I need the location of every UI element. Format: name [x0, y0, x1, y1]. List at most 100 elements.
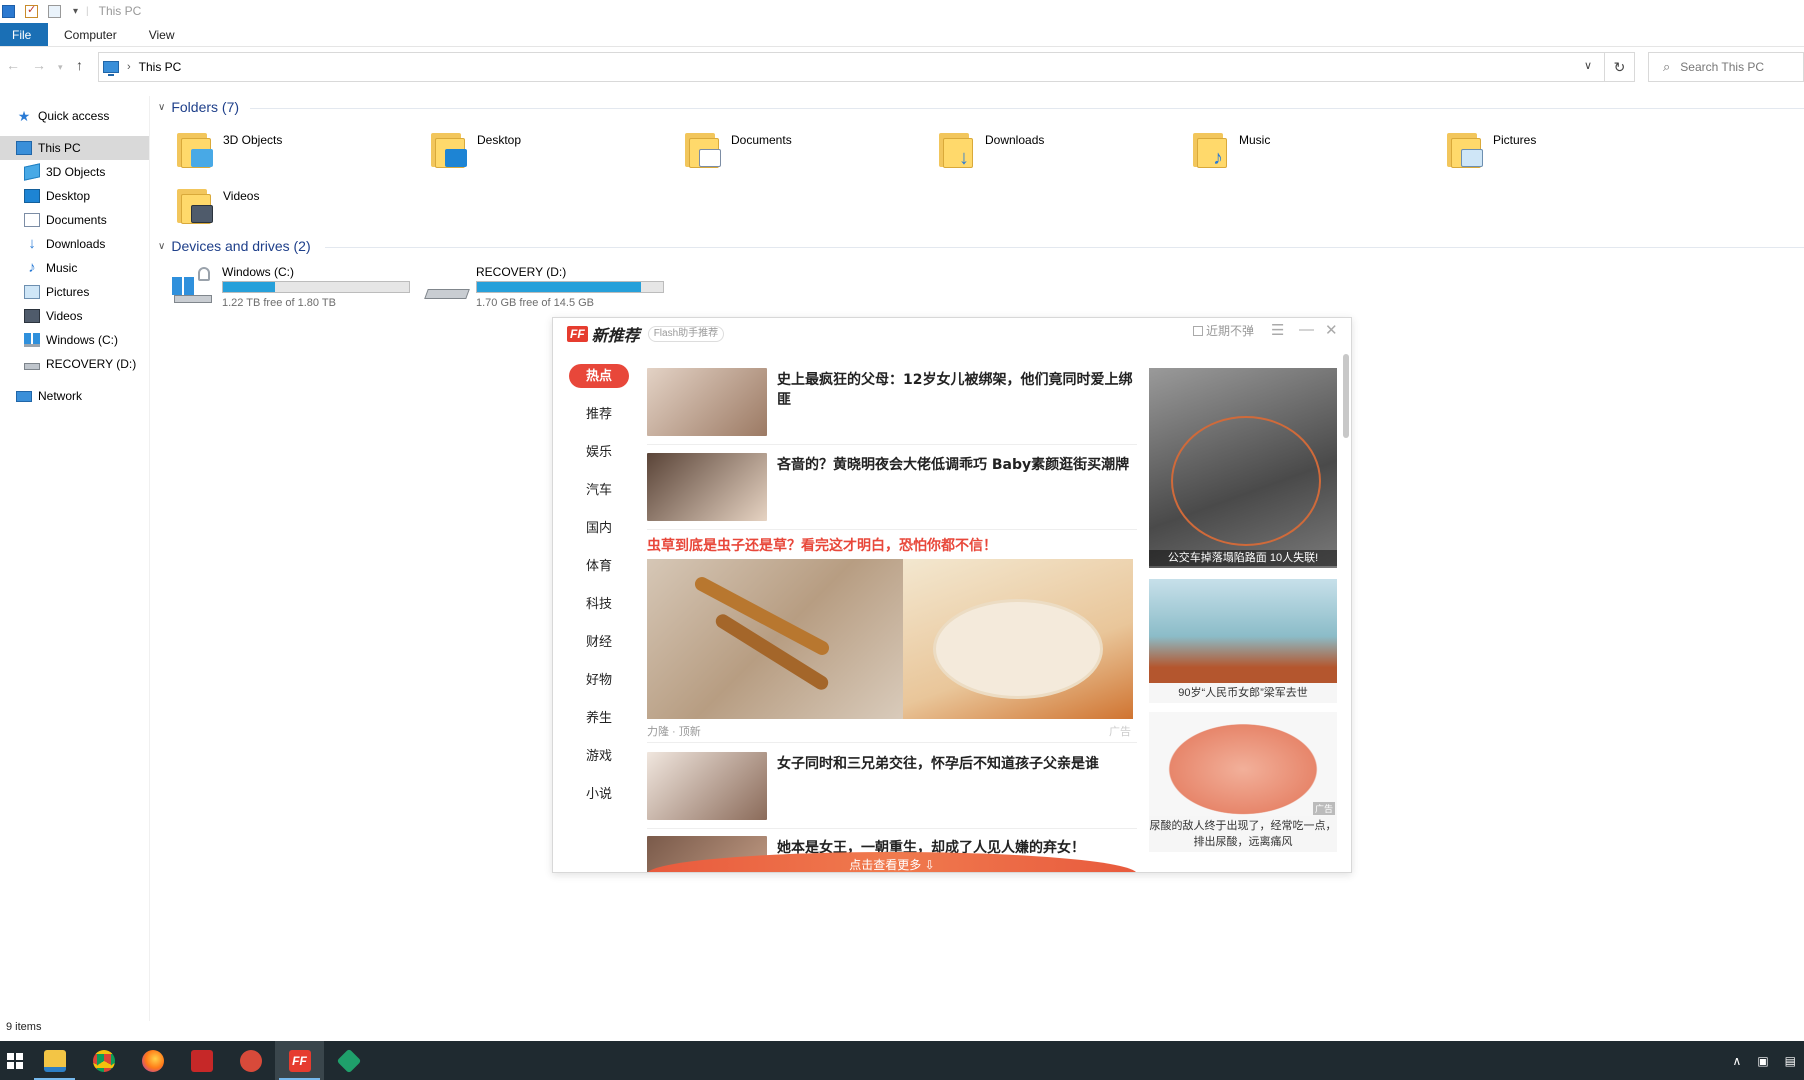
ad-image-soup[interactable]	[903, 559, 1133, 719]
news-divider	[647, 828, 1137, 829]
folder-desktop[interactable]: Desktop	[431, 129, 681, 177]
collapse-chevron-icon[interactable]: ∨	[158, 102, 165, 113]
nav-cars[interactable]: 汽车	[569, 478, 629, 502]
search-box[interactable]: ⌕ Search This PC	[1648, 52, 1804, 82]
drive-windows-c[interactable]: Windows (C:) 1.22 TB free of 1.80 TB	[172, 265, 422, 311]
news-item[interactable]: 女子同时和三兄弟交往，怀孕后不知道孩子父亲是谁	[647, 752, 1137, 824]
nav-finance[interactable]: 财经	[569, 630, 629, 654]
taskbar-file-explorer[interactable]	[30, 1041, 79, 1080]
breadcrumb-this-pc[interactable]: This PC	[139, 60, 182, 74]
taskbar-chrome[interactable]	[79, 1041, 128, 1080]
nav-sports[interactable]: 体育	[569, 554, 629, 578]
tab-file[interactable]: File	[0, 23, 48, 46]
up-arrow-icon[interactable]: ↑	[76, 57, 83, 73]
tab-computer[interactable]: Computer	[48, 23, 133, 46]
address-bar[interactable]: › This PC ∨ ↻	[98, 52, 1635, 82]
close-icon[interactable]: ✕	[1325, 321, 1338, 339]
videos-icon	[24, 309, 40, 323]
customize-quick-access-icon[interactable]: ▾	[73, 6, 78, 17]
side-news-card[interactable]: 公交车掉落塌陷路面 10人失联!	[1149, 368, 1337, 568]
nav-entertainment[interactable]: 娱乐	[569, 440, 629, 464]
search-placeholder: Search This PC	[1680, 60, 1765, 74]
side-ad-card[interactable]: 广告 尿酸的敌人终于出现了，经常吃一点，排出尿酸，远离痛风	[1149, 712, 1337, 852]
refresh-icon[interactable]: ↻	[1604, 53, 1634, 81]
drive-free-space: 1.70 GB free of 14.5 GB	[476, 297, 595, 309]
sidebar-item-quick-access[interactable]: ★ Quick access	[0, 104, 149, 128]
sidebar-item-network[interactable]: Network	[0, 384, 149, 408]
drive-label: Windows (C:)	[222, 265, 295, 279]
taskbar-flash-ff[interactable]: FF	[275, 1041, 324, 1080]
folder-icon	[685, 129, 723, 169]
sidebar-item-recovery-d[interactable]: RECOVERY (D:)	[0, 352, 149, 376]
properties-icon[interactable]	[25, 3, 38, 18]
nav-tech[interactable]: 科技	[569, 592, 629, 616]
news-item[interactable]: 史上最疯狂的父母：12岁女儿被绑架，他们竟同时爱上绑匪	[647, 368, 1137, 440]
side-ad-badge: 广告	[1312, 802, 1335, 815]
address-dropdown-icon[interactable]: ∨	[1584, 59, 1592, 72]
pictures-icon	[24, 285, 40, 299]
collapse-chevron-icon[interactable]: ∨	[158, 241, 165, 252]
popup-scrollbar[interactable]	[1343, 354, 1349, 438]
breadcrumb-chevron-icon[interactable]: ›	[127, 61, 131, 73]
folder-music[interactable]: ♪ Music	[1193, 129, 1443, 177]
sidebar-item-documents[interactable]: Documents	[0, 208, 149, 232]
folders-group-header[interactable]: ∨ Folders (7)	[158, 99, 239, 115]
sidebar-item-label: Desktop	[46, 189, 91, 203]
forward-arrow-icon[interactable]: →	[32, 57, 46, 73]
nav-health[interactable]: 养生	[569, 706, 629, 730]
new-folder-icon[interactable]	[48, 4, 61, 18]
sidebar-item-label: RECOVERY (D:)	[46, 357, 137, 371]
popup-header: FF 新推荐 Flash助手推荐 近期不弹 ☰ — ✕	[553, 318, 1351, 350]
drives-group-header[interactable]: ∨ Devices and drives (2)	[158, 238, 311, 254]
tray-device-icon[interactable]: ▣	[1757, 1054, 1768, 1068]
side-news-image	[1149, 368, 1337, 568]
taskbar-green-app[interactable]	[324, 1041, 373, 1080]
folder-label: Downloads	[985, 133, 1045, 147]
drive-free-space: 1.22 TB free of 1.80 TB	[222, 297, 336, 309]
folder-downloads[interactable]: ↓ Downloads	[939, 129, 1189, 177]
folder-documents[interactable]: Documents	[685, 129, 935, 177]
side-news-card[interactable]: 90岁“人民币女郎”梁军去世	[1149, 579, 1337, 703]
taskbar-check-app[interactable]	[226, 1041, 275, 1080]
tray-expand-icon[interactable]: ∧	[1733, 1054, 1742, 1068]
sidebar-item-desktop[interactable]: Desktop	[0, 184, 149, 208]
red-app-icon	[190, 1049, 213, 1072]
nav-hot[interactable]: 热点	[569, 364, 629, 388]
sidebar-item-videos[interactable]: Videos	[0, 304, 149, 328]
tray-network-icon[interactable]: ▤	[1785, 1054, 1796, 1068]
sidebar-item-3d-objects[interactable]: 3D Objects	[0, 160, 149, 184]
checkbox-icon[interactable]	[1193, 325, 1203, 336]
taskbar-firefox[interactable]	[128, 1041, 177, 1080]
sidebar-item-windows-c[interactable]: Windows (C:)	[0, 328, 149, 352]
menu-icon[interactable]: ☰	[1271, 321, 1284, 339]
news-item[interactable]: 吝啬的？黄晓明夜会大佬低调乖巧 Baby素颜逛街买潮牌	[647, 453, 1137, 525]
folder-icon: ♪	[1193, 129, 1231, 169]
recent-locations-icon[interactable]: ▾	[58, 62, 63, 73]
sidebar-item-music[interactable]: ♪ Music	[0, 256, 149, 280]
sidebar-item-pictures[interactable]: Pictures	[0, 280, 149, 304]
ad-title[interactable]: 虫草到底是虫子还是草？看完这才明白，恐怕你都不信！	[647, 535, 997, 555]
drive-icon	[24, 363, 40, 370]
folder-3d-objects[interactable]: 3D Objects	[177, 129, 427, 177]
back-arrow-icon[interactable]: ←	[6, 57, 20, 73]
taskbar-red-app[interactable]	[177, 1041, 226, 1080]
no-popup-checkbox[interactable]: 近期不弹	[1193, 322, 1254, 339]
sidebar-item-label: This PC	[38, 141, 81, 155]
drive-recovery-d[interactable]: RECOVERY (D:) 1.70 GB free of 14.5 GB	[424, 265, 676, 311]
nav-games[interactable]: 游戏	[569, 744, 629, 768]
folder-pictures[interactable]: Pictures	[1447, 129, 1697, 177]
sidebar-item-this-pc[interactable]: This PC	[0, 136, 149, 160]
minimize-icon[interactable]: —	[1299, 321, 1314, 338]
nav-goods[interactable]: 好物	[569, 668, 629, 692]
nav-novels[interactable]: 小说	[569, 782, 629, 806]
ad-image-cordyceps[interactable]	[647, 559, 903, 719]
check-app-icon	[239, 1049, 262, 1072]
cube-icon	[24, 163, 40, 181]
start-button[interactable]	[0, 1041, 30, 1080]
nav-domestic[interactable]: 国内	[569, 516, 629, 540]
nav-recommend[interactable]: 推荐	[569, 402, 629, 426]
sidebar-item-downloads[interactable]: ↓ Downloads	[0, 232, 149, 256]
drive-usage-bar	[222, 281, 410, 293]
tab-view[interactable]: View	[133, 23, 191, 46]
folder-videos[interactable]: Videos	[177, 185, 427, 233]
